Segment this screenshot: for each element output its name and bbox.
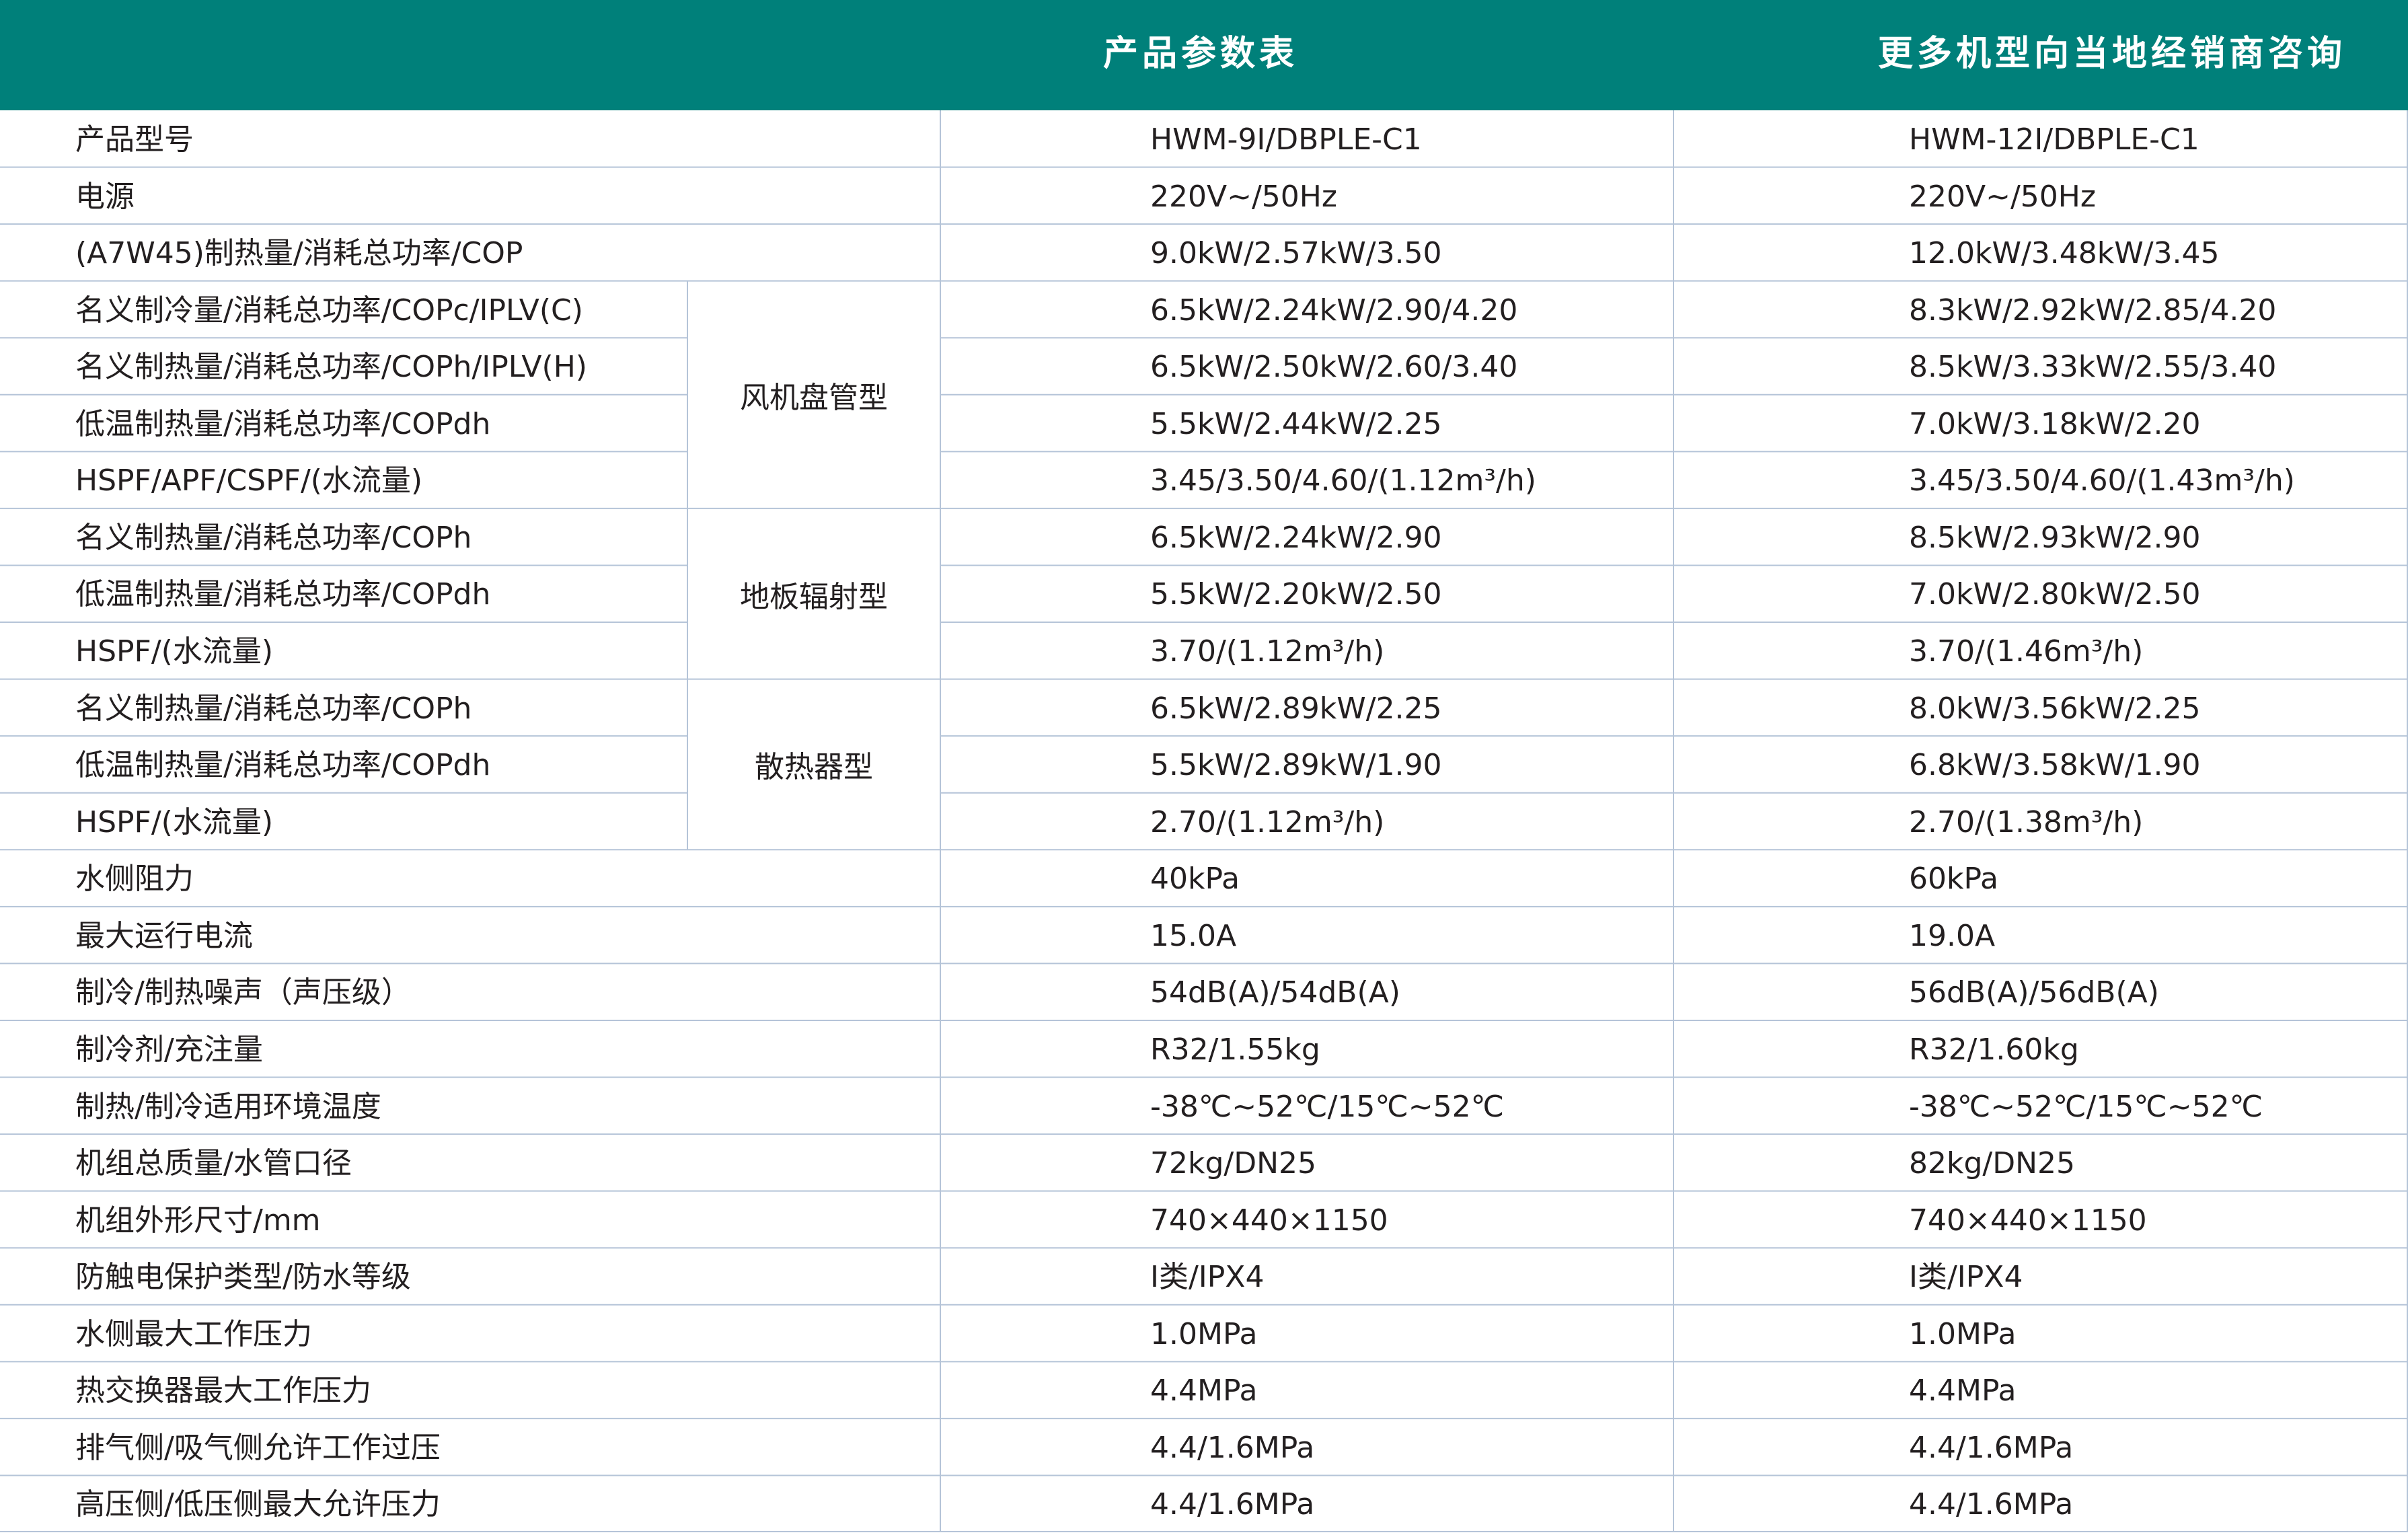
row-label: 低温制热量/消耗总功率/COPdh [75,406,491,441]
value-hwm-9: 6.5kW/2.24kW/2.90/4.20 [1150,293,1518,328]
value-hwm-12: Ⅰ类/IPX4 [1909,1260,2023,1295]
value-hwm-12: 1.0MPa [1909,1316,2017,1351]
value-hwm-9: 54dB(A)/54dB(A) [1150,975,1400,1010]
value-hwm-9: 15.0A [1150,918,1237,953]
value-hwm-9: 220V~/50Hz [1150,179,1337,214]
group-label: 风机盘管型 [740,380,888,415]
value-hwm-9: 40kPa [1150,862,1240,897]
row-label: 水侧最大工作压力 [75,1316,312,1351]
value-hwm-12: 7.0kW/2.80kW/2.50 [1909,577,2201,612]
row-label: 名义制热量/消耗总功率/COPh [75,520,472,555]
row-label: 排气侧/吸气侧允许工作过压 [75,1430,441,1465]
value-hwm-9: 740×440×1150 [1150,1203,1388,1238]
value-hwm-12: 4.4/1.6MPa [1909,1430,2074,1465]
row-label: 制热/制冷适用环境温度 [75,1089,381,1124]
row-label: 最大运行电流 [75,918,253,953]
value-hwm-9: 4.4/1.6MPa [1150,1430,1315,1465]
row-label: 名义制热量/消耗总功率/COPh [75,691,472,726]
value-hwm-9: 6.5kW/2.24kW/2.90 [1150,520,1442,555]
value-hwm-12: 4.4/1.6MPa [1909,1487,2074,1522]
value-hwm-12: -38℃~52℃/15℃~52℃ [1909,1089,2263,1124]
value-hwm-9: R32/1.55kg [1150,1032,1320,1067]
row-label: 防触电保护类型/防水等级 [75,1260,411,1295]
row-label: 名义制热量/消耗总功率/COPh/IPLV(H) [75,350,587,385]
value-hwm-12: 8.0kW/3.56kW/2.25 [1909,691,2201,726]
value-hwm-9: 4.4/1.6MPa [1150,1487,1315,1522]
value-hwm-9: 5.5kW/2.20kW/2.50 [1150,577,1442,612]
row-label: 产品型号 [75,122,194,157]
value-hwm-12: 2.70/(1.38m³/h) [1909,804,2144,839]
value-hwm-12: 6.8kW/3.58kW/1.90 [1909,748,2201,783]
value-hwm-12: 8.5kW/2.93kW/2.90 [1909,520,2201,555]
row-label: 电源 [75,179,135,214]
value-hwm-9: 5.5kW/2.89kW/1.90 [1150,748,1442,783]
value-hwm-12: 220V~/50Hz [1909,179,2096,214]
value-hwm-12: 4.4MPa [1909,1374,2017,1409]
value-hwm-9: 6.5kW/2.50kW/2.60/3.40 [1150,350,1518,385]
value-hwm-9: 4.4MPa [1150,1374,1258,1409]
value-hwm-9: 1.0MPa [1150,1316,1258,1351]
value-hwm-9: 72kg/DN25 [1150,1146,1317,1181]
row-label: 制冷剂/充注量 [75,1032,263,1067]
value-hwm-12: R32/1.60kg [1909,1032,2079,1067]
value-hwm-9: 3.70/(1.12m³/h) [1150,634,1385,669]
row-label: HSPF/APF/CSPF/(水流量) [75,463,423,498]
value-hwm-12: 82kg/DN25 [1909,1146,2076,1181]
value-hwm-12: 7.0kW/3.18kW/2.20 [1909,406,2201,441]
row-label: 水侧阻力 [75,862,194,897]
value-hwm-12: 740×440×1150 [1909,1203,2147,1238]
value-hwm-12: 3.70/(1.46m³/h) [1909,634,2144,669]
value-hwm-9: 2.70/(1.12m³/h) [1150,804,1385,839]
value-hwm-9: 6.5kW/2.89kW/2.25 [1150,691,1442,726]
value-hwm-9: 3.45/3.50/4.60/(1.12m³/h) [1150,463,1536,498]
row-label: 低温制热量/消耗总功率/COPdh [75,577,491,612]
value-hwm-9: HWM-9Ⅰ/DBPLE-C1 [1150,122,1422,157]
value-hwm-12: 12.0kW/3.48kW/3.45 [1909,236,2220,271]
value-hwm-9: 9.0kW/2.57kW/3.50 [1150,236,1442,271]
row-label: 高压侧/低压侧最大允许压力 [75,1487,441,1522]
row-label: HSPF/(水流量) [75,634,274,669]
group-label: 地板辐射型 [740,579,888,614]
row-label: 热交换器最大工作压力 [75,1374,371,1409]
value-hwm-12: 60kPa [1909,862,1998,897]
row-label: 机组总质量/水管口径 [75,1146,352,1181]
row-label: 制冷/制热噪声（声压级） [75,975,411,1010]
row-label: 名义制冷量/消耗总功率/COPc/IPLV(C) [75,293,583,328]
value-hwm-12: HWM-12Ⅰ/DBPLE-C1 [1909,122,2199,157]
row-label: HSPF/(水流量) [75,804,274,839]
group-label: 散热器型 [755,750,873,785]
value-hwm-12: 8.5kW/3.33kW/2.55/3.40 [1909,350,2277,385]
value-hwm-12: 56dB(A)/56dB(A) [1909,975,2159,1010]
value-hwm-9: Ⅰ类/IPX4 [1150,1260,1265,1295]
value-hwm-12: 19.0A [1909,918,1996,953]
value-hwm-12: 8.3kW/2.92kW/2.85/4.20 [1909,293,2277,328]
value-hwm-9: -38℃~52℃/15℃~52℃ [1150,1089,1505,1124]
row-label: 低温制热量/消耗总功率/COPdh [75,748,491,783]
row-label: (A7W45)制热量/消耗总功率/COP [75,236,523,271]
row-label: 机组外形尺寸/mm [75,1203,321,1238]
value-hwm-12: 3.45/3.50/4.60/(1.43m³/h) [1909,463,2295,498]
value-hwm-9: 5.5kW/2.44kW/2.25 [1150,406,1442,441]
